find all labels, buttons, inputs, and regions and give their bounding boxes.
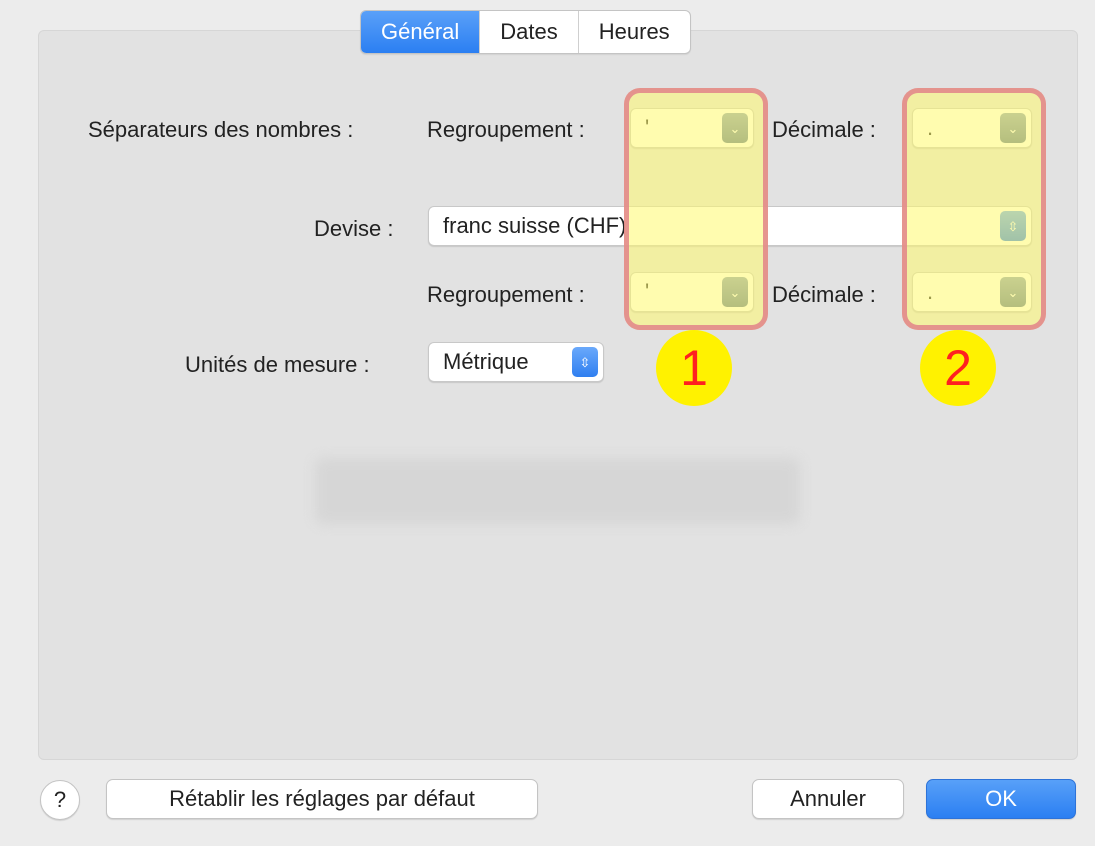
currency-decimal-label: Décimale : <box>772 282 876 307</box>
units-label: Unités de mesure : <box>185 352 370 377</box>
number-separators-label: Séparateurs des nombres : <box>88 117 354 142</box>
blurred-preview <box>315 458 800 524</box>
marker-1: 1 <box>656 330 732 406</box>
tab-heures[interactable]: Heures <box>577 11 690 53</box>
tab-general[interactable]: Général <box>361 11 480 53</box>
number-decimal-label: Décimale : <box>772 117 876 142</box>
units-value: Métrique <box>443 349 529 374</box>
currency-grouping-label: Regroupement : <box>427 282 585 307</box>
marker-2: 2 <box>920 330 996 406</box>
tab-bar: Général Dates Heures <box>360 10 691 54</box>
cancel-button[interactable]: Annuler <box>752 779 904 819</box>
reset-defaults-button[interactable]: Rétablir les réglages par défaut <box>106 779 538 819</box>
units-select[interactable]: Métrique ⇳ <box>428 342 604 382</box>
currency-label: Devise : <box>314 216 394 241</box>
highlight-box-1 <box>624 88 768 330</box>
ok-button[interactable]: OK <box>926 779 1076 819</box>
highlight-box-2 <box>902 88 1046 330</box>
number-grouping-label: Regroupement : <box>427 117 585 142</box>
help-button[interactable]: ? <box>40 780 80 820</box>
up-down-chevron-icon: ⇳ <box>572 347 598 377</box>
tab-dates[interactable]: Dates <box>479 11 577 53</box>
